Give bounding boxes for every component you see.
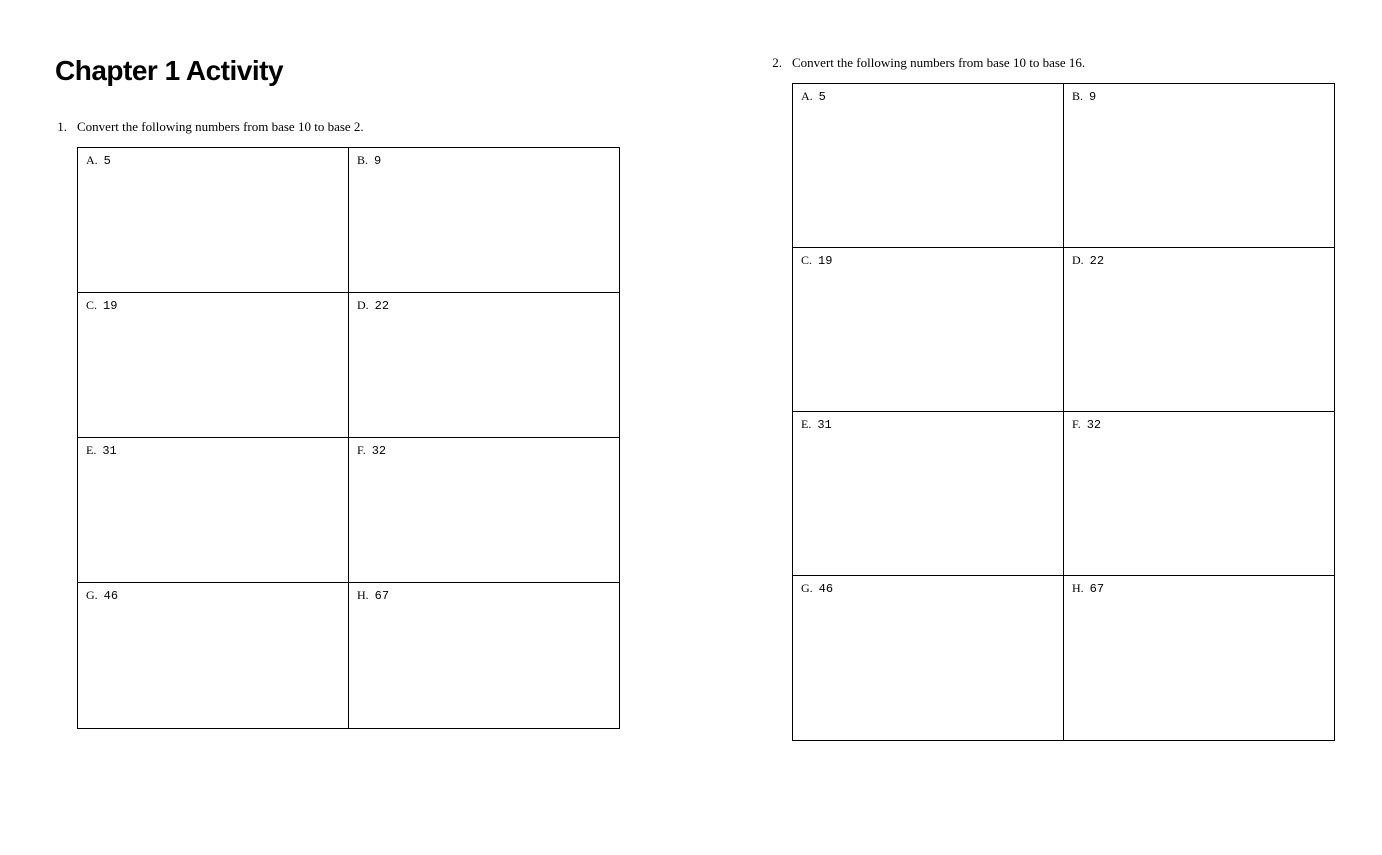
cell-value: 19: [103, 299, 117, 313]
answer-cell: B. 9: [1064, 84, 1334, 247]
answer-cell: E. 31: [78, 438, 349, 582]
question-1-text: Convert the following numbers from base …: [77, 119, 620, 135]
cell-letter: H.: [1072, 581, 1084, 595]
cell-value: 5: [819, 90, 826, 104]
cell-letter: B.: [357, 153, 368, 167]
answer-grid-1: A. 5 B. 9 C. 19 D. 22 E. 31 F.: [77, 147, 620, 729]
table-row: E. 31 F. 32: [78, 438, 619, 583]
cell-letter: F.: [1072, 417, 1081, 431]
answer-cell: A. 5: [78, 148, 349, 292]
cell-letter: G.: [86, 588, 98, 602]
cell-value: 19: [818, 254, 832, 268]
table-row: G. 46 H. 67: [78, 583, 619, 728]
cell-value: 5: [104, 154, 111, 168]
cell-value: 46: [819, 582, 833, 596]
cell-letter: G.: [801, 581, 813, 595]
cell-letter: C.: [86, 298, 97, 312]
cell-letter: D.: [1072, 253, 1084, 267]
cell-value: 31: [817, 418, 831, 432]
answer-cell: G. 46: [793, 576, 1064, 740]
answer-cell: E. 31: [793, 412, 1064, 575]
answer-cell: C. 19: [78, 293, 349, 437]
page-title: Chapter 1 Activity: [55, 55, 620, 87]
question-2-row: 2. Convert the following numbers from ba…: [770, 55, 1335, 71]
answer-cell: D. 22: [349, 293, 619, 437]
answer-cell: F. 32: [349, 438, 619, 582]
answer-cell: D. 22: [1064, 248, 1334, 411]
cell-letter: F.: [357, 443, 366, 457]
answer-cell: B. 9: [349, 148, 619, 292]
cell-value: 9: [374, 154, 381, 168]
table-row: A. 5 B. 9: [78, 148, 619, 293]
cell-value: 31: [102, 444, 116, 458]
cell-value: 9: [1089, 90, 1096, 104]
answer-cell: H. 67: [349, 583, 619, 728]
cell-letter: A.: [86, 153, 98, 167]
table-row: G. 46 H. 67: [793, 576, 1334, 740]
cell-letter: B.: [1072, 89, 1083, 103]
cell-letter: C.: [801, 253, 812, 267]
cell-value: 22: [375, 299, 389, 313]
table-row: E. 31 F. 32: [793, 412, 1334, 576]
answer-cell: G. 46: [78, 583, 349, 728]
table-row: C. 19 D. 22: [793, 248, 1334, 412]
answer-cell: F. 32: [1064, 412, 1334, 575]
question-2-number: 2.: [770, 55, 792, 71]
page-left: Chapter 1 Activity 1. Convert the follow…: [55, 55, 620, 815]
cell-value: 32: [372, 444, 386, 458]
question-1-row: 1. Convert the following numbers from ba…: [55, 119, 620, 135]
cell-value: 67: [1090, 582, 1104, 596]
cell-letter: A.: [801, 89, 813, 103]
page-right: 2. Convert the following numbers from ba…: [770, 55, 1335, 815]
answer-cell: A. 5: [793, 84, 1064, 247]
cell-value: 22: [1090, 254, 1104, 268]
answer-cell: C. 19: [793, 248, 1064, 411]
cell-letter: E.: [86, 443, 96, 457]
table-row: A. 5 B. 9: [793, 84, 1334, 248]
cell-value: 67: [375, 589, 389, 603]
cell-value: 32: [1087, 418, 1101, 432]
answer-cell: H. 67: [1064, 576, 1334, 740]
cell-letter: D.: [357, 298, 369, 312]
answer-grid-2: A. 5 B. 9 C. 19 D. 22 E. 31 F.: [792, 83, 1335, 741]
cell-letter: E.: [801, 417, 811, 431]
cell-letter: H.: [357, 588, 369, 602]
table-row: C. 19 D. 22: [78, 293, 619, 438]
question-1-number: 1.: [55, 119, 77, 135]
question-2-text: Convert the following numbers from base …: [792, 55, 1335, 71]
cell-value: 46: [104, 589, 118, 603]
